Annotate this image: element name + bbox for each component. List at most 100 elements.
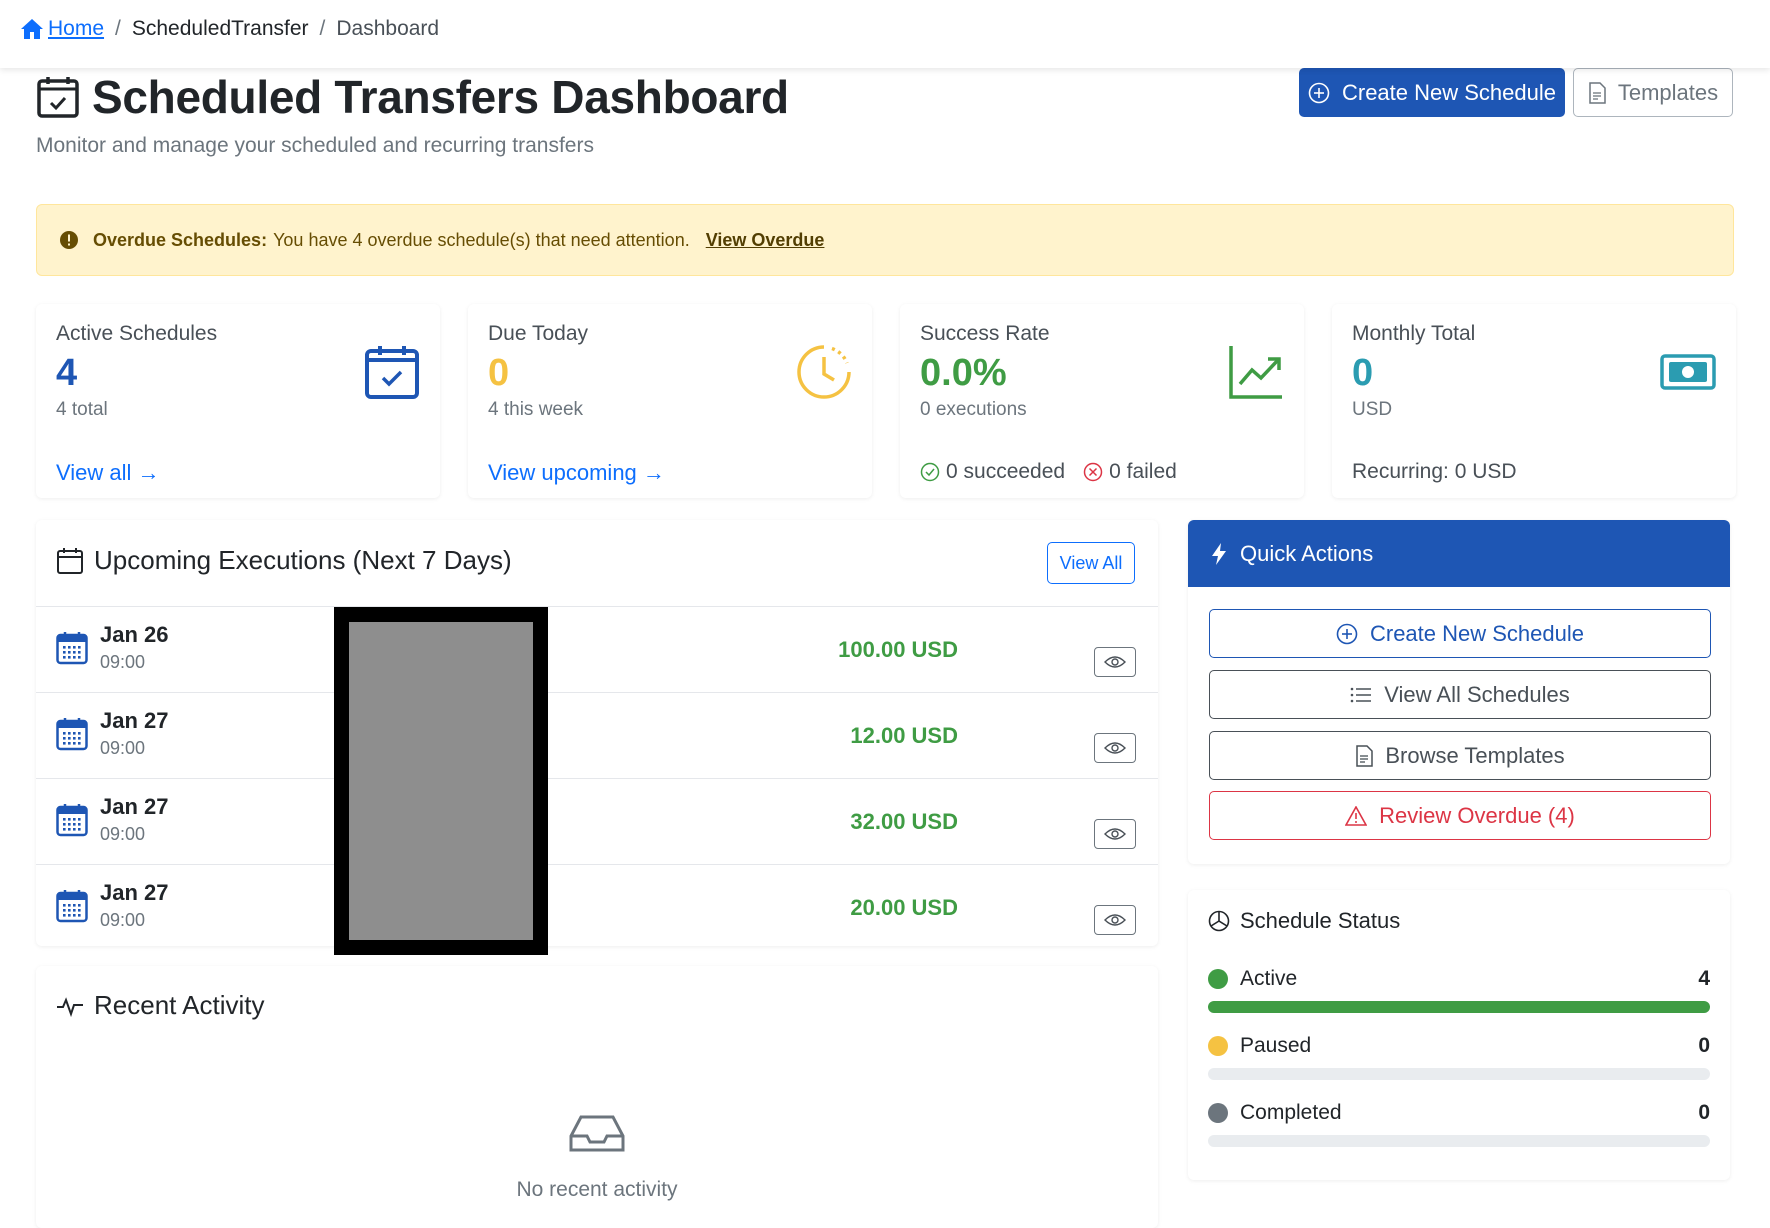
panel-header: Recent Activity bbox=[56, 990, 265, 1021]
execution-row: Jan 27 09:00 20.00 USD bbox=[36, 864, 1158, 950]
eye-icon bbox=[1104, 656, 1126, 668]
qa-browse-templates-button[interactable]: Browse Templates bbox=[1209, 731, 1711, 780]
status-progress-bar bbox=[1208, 1068, 1710, 1080]
execution-time: 09:00 bbox=[100, 824, 146, 844]
qa-overdue-label: Review Overdue (4) bbox=[1379, 802, 1575, 828]
activity-icon bbox=[57, 996, 83, 1017]
status-row: Paused 0 bbox=[1208, 1034, 1710, 1080]
execution-amount: 100.00 USD bbox=[838, 637, 958, 662]
quick-actions-panel: Quick Actions Create New Schedule View A… bbox=[1188, 520, 1730, 864]
execution-amount: 20.00 USD bbox=[850, 895, 958, 920]
execution-amount: 32.00 USD bbox=[850, 809, 958, 834]
stat-card-success: Success Rate 0.0% 0 executions 0 succeed… bbox=[900, 304, 1304, 498]
exclamation-circle-icon bbox=[60, 231, 78, 249]
x-circle-icon bbox=[1083, 462, 1103, 482]
panel-header: Quick Actions bbox=[1188, 520, 1730, 587]
view-overdue-link[interactable]: View Overdue bbox=[706, 230, 825, 251]
alert-message: You have 4 overdue schedule(s) that need… bbox=[273, 229, 690, 250]
view-execution-button[interactable] bbox=[1094, 647, 1136, 677]
breadcrumb-section[interactable]: ScheduledTransfer bbox=[132, 17, 309, 41]
status-count: 4 bbox=[1698, 967, 1710, 990]
success-breakdown: 0 succeeded 0 failed bbox=[920, 460, 1177, 484]
stat-value: 0 bbox=[1352, 352, 1374, 394]
status-label: Paused bbox=[1240, 1034, 1312, 1057]
overdue-alert: Overdue Schedules: You have 4 overdue sc… bbox=[36, 204, 1734, 276]
breadcrumb-separator: / bbox=[319, 17, 326, 40]
execution-date: Jan 27 bbox=[100, 794, 169, 819]
top-bar: Home / ScheduledTransfer / Dashboard bbox=[0, 0, 1770, 68]
execution-date: Jan 27 bbox=[100, 708, 169, 733]
page-header: Scheduled Transfers Dashboard bbox=[36, 70, 789, 124]
stat-sub: USD bbox=[1352, 399, 1393, 420]
view-execution-button[interactable] bbox=[1094, 819, 1136, 849]
calendar-check-icon bbox=[365, 346, 419, 399]
calendar-check-icon bbox=[37, 77, 79, 118]
calendar-grid-icon bbox=[56, 718, 88, 751]
status-count: 0 bbox=[1698, 1034, 1710, 1057]
page-subtitle: Monitor and manage your scheduled and re… bbox=[36, 134, 594, 157]
view-execution-button[interactable] bbox=[1094, 905, 1136, 935]
execution-time: 09:00 bbox=[100, 652, 146, 672]
status-dot bbox=[1208, 1036, 1228, 1056]
panel-header: Upcoming Executions (Next 7 Days) bbox=[56, 545, 512, 576]
plus-circle-icon bbox=[1336, 623, 1358, 644]
qa-create-schedule-button[interactable]: Create New Schedule bbox=[1209, 609, 1711, 658]
execution-row: Jan 27 09:00 12.00 USD bbox=[36, 692, 1158, 778]
stat-card-due: Due Today 0 4 this week View upcoming → bbox=[468, 304, 872, 498]
templates-label: Templates bbox=[1617, 79, 1719, 105]
stat-sub: 0 executions bbox=[920, 399, 1027, 420]
view-all-active-link[interactable]: View all → bbox=[56, 460, 160, 486]
breadcrumb-home-label[interactable]: Home bbox=[48, 17, 104, 41]
stat-label: Monthly Total bbox=[1352, 322, 1476, 345]
execution-time: 09:00 bbox=[100, 738, 146, 758]
view-upcoming-link[interactable]: View upcoming → bbox=[488, 460, 665, 486]
status-row: Completed 0 bbox=[1208, 1101, 1710, 1147]
recent-activity-panel: Recent Activity No recent activity bbox=[36, 966, 1158, 1228]
view-all-upcoming-button[interactable]: View All bbox=[1047, 542, 1135, 584]
quick-actions-title: Quick Actions bbox=[1240, 540, 1374, 566]
home-icon bbox=[21, 19, 43, 39]
check-circle-icon bbox=[920, 462, 940, 482]
status-count: 0 bbox=[1698, 1101, 1710, 1124]
failed-count: 0 failed bbox=[1109, 460, 1177, 483]
status-progress-bar bbox=[1208, 1135, 1710, 1147]
cash-icon bbox=[1660, 354, 1716, 390]
eye-icon bbox=[1104, 828, 1126, 840]
qa-browse-label: Browse Templates bbox=[1385, 742, 1565, 768]
eye-icon bbox=[1104, 914, 1126, 926]
empty-state-text: No recent activity bbox=[516, 1178, 678, 1201]
qa-view-all-label: View All Schedules bbox=[1384, 681, 1570, 707]
stat-card-monthly: Monthly Total 0 USD Recurring: 0 USD bbox=[1332, 304, 1736, 498]
create-schedule-button[interactable]: Create New Schedule bbox=[1299, 68, 1565, 117]
qa-view-all-button[interactable]: View All Schedules bbox=[1209, 670, 1711, 719]
view-execution-button[interactable] bbox=[1094, 733, 1136, 763]
file-text-icon bbox=[1589, 81, 1606, 104]
recent-title: Recent Activity bbox=[94, 990, 265, 1020]
schedule-status-panel: Schedule Status Active 4 Paused 0 Completed 0 bbox=[1188, 890, 1730, 1180]
status-progress-fill bbox=[1208, 1001, 1710, 1013]
breadcrumb-separator: / bbox=[115, 17, 121, 40]
execution-date: Jan 27 bbox=[100, 880, 169, 905]
status-title: Schedule Status bbox=[1240, 908, 1401, 933]
execution-row: Jan 27 09:00 32.00 USD bbox=[36, 778, 1158, 864]
stat-label: Active Schedules bbox=[56, 322, 218, 345]
status-dot bbox=[1208, 969, 1228, 989]
status-label: Active bbox=[1240, 967, 1298, 990]
templates-button[interactable]: Templates bbox=[1573, 68, 1733, 117]
file-text-icon bbox=[1356, 744, 1374, 767]
qa-review-overdue-button[interactable]: Review Overdue (4) bbox=[1209, 791, 1711, 840]
calendar-icon bbox=[57, 547, 83, 574]
breadcrumb-home[interactable]: Home bbox=[20, 17, 104, 41]
breadcrumb: Home / ScheduledTransfer / Dashboard bbox=[20, 17, 439, 41]
inbox-icon bbox=[569, 1115, 625, 1152]
create-schedule-label: Create New Schedule bbox=[1341, 79, 1556, 105]
qa-create-label: Create New Schedule bbox=[1369, 620, 1584, 646]
recurring-total: Recurring: 0 USD bbox=[1352, 460, 1517, 483]
lightning-icon bbox=[1212, 542, 1226, 565]
clock-icon bbox=[797, 345, 851, 399]
execution-time: 09:00 bbox=[100, 910, 146, 930]
succeeded-count: 0 succeeded bbox=[946, 460, 1066, 483]
upcoming-title: Upcoming Executions (Next 7 Days) bbox=[94, 545, 512, 575]
stat-value: 4 bbox=[56, 352, 78, 394]
plus-circle-icon bbox=[1308, 82, 1330, 103]
